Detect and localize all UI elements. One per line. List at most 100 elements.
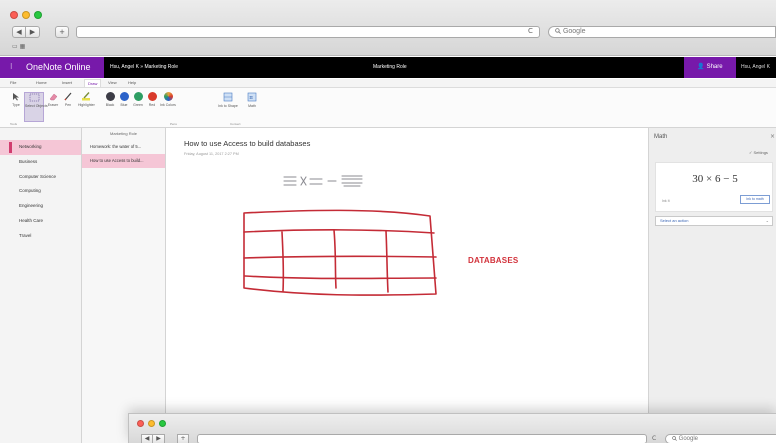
reload-icon[interactable]: C [528,27,533,35]
tab-home[interactable]: Home [36,80,47,85]
math-pane: Math × ✓ Settings 30 × 6 − 5 Ink It Ink … [648,128,776,443]
tool-label: Math [248,104,256,108]
search-field[interactable]: Google [665,434,776,443]
chevron-down-icon: ⌄ [765,218,769,223]
highlighter-tool[interactable]: Highlighter [78,92,95,122]
group-label-convert: Convert [230,122,241,126]
person-icon: 👤 [697,64,705,70]
tab-file[interactable]: File [10,80,16,85]
math-pane-title: Math [654,134,668,140]
math-settings-link[interactable]: ✓ Settings [749,150,768,155]
tab-draw[interactable]: Draw [84,79,102,87]
red-pen-swatch[interactable]: Red [146,92,158,122]
window-zoom-button[interactable] [159,420,166,427]
black-pen-icon [105,92,115,101]
section-item-networking[interactable]: Networking [0,140,81,155]
blue-pen-icon [119,92,129,101]
app-title[interactable]: OneNote Online [26,62,91,72]
forward-button[interactable]: ▶ [153,434,165,443]
color-label: Black [105,103,115,107]
window-zoom-button[interactable] [34,11,42,19]
plus-icon: + [180,435,186,442]
tab-insert[interactable]: Insert [62,80,72,85]
second-browser-window[interactable]: ◀ ▶ + C Google [128,413,776,443]
type-tool[interactable]: Type [10,92,22,122]
ink-to-math-button[interactable]: Ink to math [740,195,770,204]
share-label: Share [706,64,723,70]
page-list: Marketing Role Homework: the water of 5.… [82,128,166,443]
ink-table[interactable] [243,209,437,296]
pen-icon [64,92,72,101]
brand-block: ⁝ OneNote Online [0,57,104,78]
select-objects-tool[interactable]: Select Objects [24,92,48,122]
pen-tool[interactable]: Pen [62,92,74,122]
window-minimize-button[interactable] [22,11,30,19]
section-list: Networking Business Computer Science Com… [0,128,82,443]
math-button[interactable]: π Math [244,92,260,122]
section-item-travel[interactable]: Travel [0,229,81,244]
highlighter-icon [82,92,90,101]
group-label-pens: Pens [170,122,177,126]
note-canvas[interactable]: How to use Access to build databases Fri… [166,128,648,443]
action-dropdown-value: Select an action [660,218,689,223]
group-label-tools: Tools [10,122,18,126]
tab-view[interactable]: View [108,80,117,85]
share-button[interactable]: 👤 Share [684,57,736,78]
color-label: Green [133,103,143,107]
color-wheel-icon [163,92,173,101]
eraser-tool[interactable]: Eraser [46,92,60,122]
ink-caption: Ink It [662,199,670,203]
forward-button[interactable]: ▶ [26,26,40,38]
cursor-icon [13,93,19,101]
tool-label: Select Objects [25,104,48,108]
account-name[interactable]: Hsu, Angel K [741,64,770,70]
color-label: Ink Colors [160,103,176,107]
section-item-computing[interactable]: Computing [0,184,81,199]
ink-equation[interactable] [283,175,363,187]
back-button[interactable]: ◀ [12,26,26,38]
section-item-business[interactable]: Business [0,155,81,170]
address-bar[interactable] [76,26,540,38]
back-button[interactable]: ◀ [141,434,153,443]
ink-colors-button[interactable]: Ink Colors [160,92,176,122]
search-field[interactable]: Google [548,26,776,38]
reload-icon[interactable]: C [652,435,656,442]
breadcrumb[interactable]: Hsu, Angel K » Marketing Role [110,64,178,70]
bookmarks-icon[interactable]: ▭ ▦ [12,43,25,50]
new-tab-button[interactable]: + [177,434,189,443]
black-pen-swatch[interactable]: Black [104,92,116,122]
window-minimize-button[interactable] [148,420,155,427]
shapes-icon [223,92,233,102]
red-pen-icon [147,92,157,101]
section-item-health-care[interactable]: Health Care [0,214,81,229]
ink-drawing[interactable] [166,128,648,443]
blue-pen-swatch[interactable]: Blue [118,92,130,122]
sections-header [0,128,81,140]
new-tab-button[interactable]: + [55,26,69,38]
pages-header: Marketing Role [110,131,137,136]
tool-label: Ink to Shape [218,104,238,108]
math-expression: 30 × 6 − 5 [692,173,738,185]
tool-label: Pen [64,103,72,107]
eraser-icon [49,93,58,101]
close-icon[interactable]: × [770,133,775,140]
browser-window: ◀ ▶ + C Google ▭ ▦ ⁝ OneNote Online Hsu,… [0,0,776,443]
action-dropdown[interactable]: Select an action ⌄ [655,216,773,226]
window-close-button[interactable] [137,420,144,427]
tool-label: Highlighter [78,103,95,107]
address-bar[interactable] [197,434,647,443]
page-item-access[interactable]: How to use Access to build... [82,154,165,168]
green-pen-swatch[interactable]: Green [132,92,144,122]
ink-to-shape-button[interactable]: Ink to Shape [218,92,238,122]
notebook-title: Marketing Role [373,64,407,70]
magnifier-icon [555,27,561,34]
window-close-button[interactable] [10,11,18,19]
ink-databases-label[interactable]: DATABASES [468,256,518,265]
app-launcher-icon[interactable]: ⁝ [10,62,18,71]
section-item-computer-science[interactable]: Computer Science [0,170,81,185]
section-item-engineering[interactable]: Engineering [0,199,81,214]
plus-icon: + [59,28,65,36]
page-item-homework[interactable]: Homework: the water of 5... [82,140,165,154]
tab-help[interactable]: Help [128,80,136,85]
color-label: Red [148,103,156,107]
